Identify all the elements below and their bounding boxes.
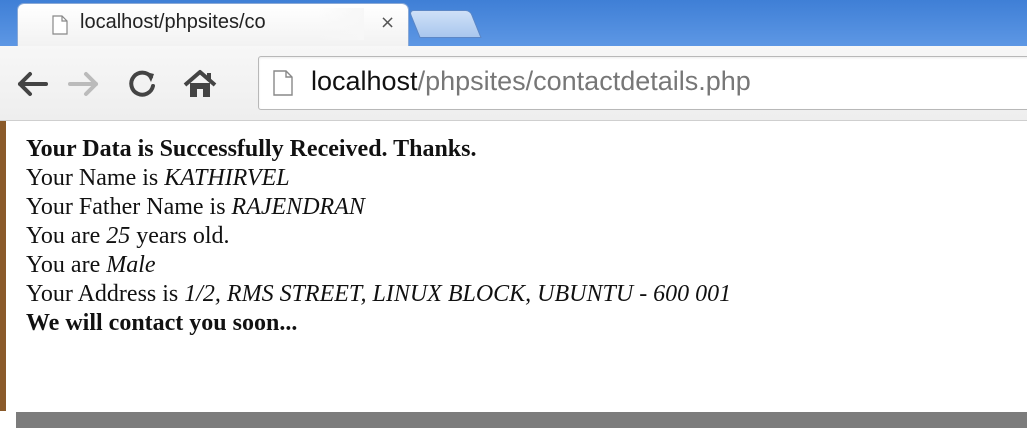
name-label: Your Name is bbox=[26, 165, 159, 191]
age-value: 25 bbox=[106, 223, 131, 249]
address-value: 1/2, RMS STREET, LINUX BLOCK, UBUNTU - 6… bbox=[184, 281, 732, 307]
tab-title-fade bbox=[318, 8, 364, 40]
name-value: KATHIRVEL bbox=[164, 165, 290, 191]
address-bar[interactable]: localhost/phpsites/contactdetails.php bbox=[258, 56, 1027, 110]
reload-icon bbox=[129, 70, 155, 97]
father-value: RAJENDRAN bbox=[231, 194, 365, 220]
gender-line: You are Male bbox=[26, 251, 731, 280]
back-arrow-icon bbox=[18, 72, 48, 96]
back-button[interactable] bbox=[14, 64, 54, 104]
name-line: Your Name is KATHIRVEL bbox=[26, 164, 731, 193]
close-tab-icon[interactable]: × bbox=[380, 12, 395, 33]
new-tab-button[interactable] bbox=[408, 10, 482, 38]
closing-message: We will contact you soon... bbox=[26, 310, 298, 336]
tab-strip: localhost/phpsites/co × bbox=[0, 0, 1027, 46]
window-left-border bbox=[0, 121, 6, 411]
page-icon bbox=[52, 15, 68, 40]
url-host: localhost bbox=[311, 66, 418, 96]
gender-label: You are bbox=[26, 252, 101, 278]
forward-arrow-icon bbox=[68, 72, 98, 96]
age-line: You are 25 years old. bbox=[26, 222, 731, 251]
forward-button[interactable] bbox=[64, 64, 104, 104]
age-prefix: You are bbox=[26, 223, 101, 249]
toolbar: localhost/phpsites/contactdetails.php bbox=[0, 46, 1027, 121]
home-button[interactable] bbox=[180, 64, 220, 104]
page-icon bbox=[273, 70, 293, 101]
page-content: Your Data is Successfully Received. Than… bbox=[26, 135, 731, 338]
horizontal-scrollbar[interactable] bbox=[16, 412, 1027, 428]
address-line: Your Address is 1/2, RMS STREET, LINUX B… bbox=[26, 280, 731, 309]
url-path: /phpsites/contactdetails.php bbox=[417, 66, 751, 96]
gender-value: Male bbox=[106, 252, 156, 278]
browser-tab[interactable]: localhost/phpsites/co × bbox=[18, 4, 408, 46]
success-heading: Your Data is Successfully Received. Than… bbox=[26, 136, 477, 162]
reload-button[interactable] bbox=[122, 64, 162, 104]
address-label: Your Address is bbox=[26, 281, 179, 307]
age-suffix: years old. bbox=[136, 223, 230, 249]
father-line: Your Father Name is RAJENDRAN bbox=[26, 193, 731, 222]
home-icon bbox=[183, 70, 217, 97]
father-label: Your Father Name is bbox=[26, 194, 226, 220]
url-text[interactable]: localhost/phpsites/contactdetails.php bbox=[311, 66, 751, 97]
